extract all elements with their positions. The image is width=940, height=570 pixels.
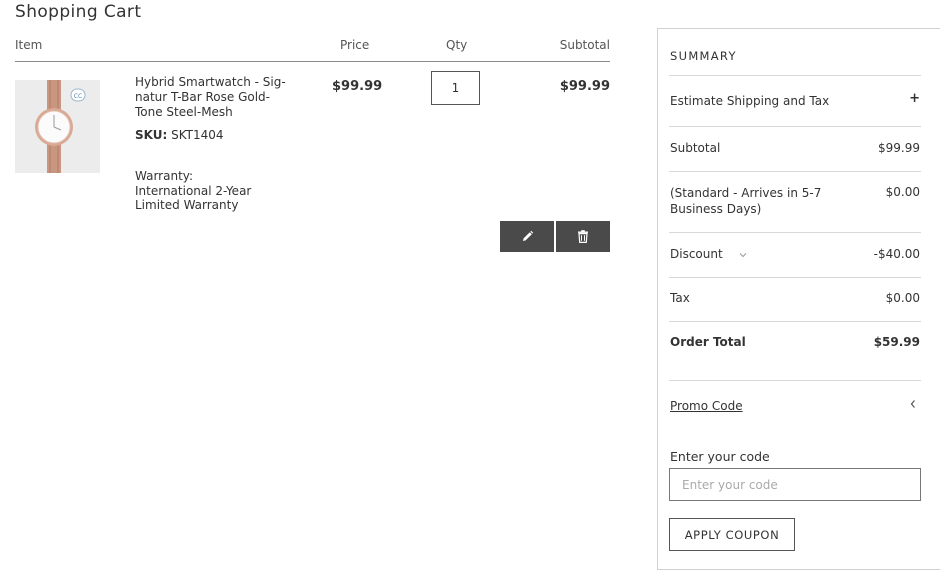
edit-item-button[interactable] bbox=[500, 221, 554, 252]
product-sku: SKU: SKT1404 bbox=[135, 128, 224, 142]
product-thumbnail[interactable]: CC bbox=[15, 80, 100, 173]
header-price: Price bbox=[340, 38, 370, 52]
svg-text:CC: CC bbox=[74, 93, 82, 100]
order-summary-panel: SUMMARY Estimate Shipping and Tax + Subt… bbox=[657, 28, 940, 570]
discount-label: Discount bbox=[670, 247, 723, 261]
summary-divider bbox=[669, 277, 921, 278]
order-total-value: $59.99 bbox=[873, 335, 920, 349]
code-field-label: Enter your code bbox=[670, 449, 770, 464]
summary-title: SUMMARY bbox=[670, 49, 737, 63]
header-qty: Qty bbox=[446, 38, 468, 52]
product-name[interactable]: Hybrid Smartwatch - Sig-natur T-Bar Rose… bbox=[135, 75, 295, 120]
chevron-down-icon bbox=[739, 252, 746, 257]
summary-divider bbox=[669, 171, 921, 172]
item-price: $99.99 bbox=[332, 79, 383, 94]
summary-divider bbox=[669, 126, 921, 127]
sku-label: SKU: bbox=[135, 128, 168, 142]
subtotal-label: Subtotal bbox=[670, 141, 721, 155]
discount-toggle[interactable]: Discount bbox=[670, 247, 747, 261]
trash-icon bbox=[578, 230, 588, 243]
page-title: Shopping Cart bbox=[15, 2, 142, 22]
chevron-left-icon[interactable] bbox=[909, 399, 917, 409]
table-header-divider bbox=[15, 61, 610, 62]
warranty-value: International 2-Year Limited Warranty bbox=[135, 184, 252, 212]
tax-label: Tax bbox=[670, 291, 690, 305]
delete-item-button[interactable] bbox=[556, 221, 610, 252]
estimate-shipping-toggle[interactable]: Estimate Shipping and Tax bbox=[670, 94, 829, 108]
sku-value: SKT1404 bbox=[171, 128, 224, 142]
header-item: Item bbox=[15, 38, 43, 52]
order-total-label: Order Total bbox=[670, 335, 746, 349]
tax-value: $0.00 bbox=[885, 291, 920, 305]
shipping-value: $0.00 bbox=[885, 185, 920, 199]
quantity-input[interactable]: 1 bbox=[431, 71, 480, 105]
plus-icon[interactable]: + bbox=[828, 91, 920, 106]
header-subtotal: Subtotal bbox=[559, 38, 610, 52]
summary-divider bbox=[669, 380, 921, 381]
item-subtotal: $99.99 bbox=[559, 79, 610, 94]
summary-divider bbox=[669, 75, 921, 76]
promo-code-toggle[interactable]: Promo Code bbox=[670, 399, 743, 413]
discount-value: -$40.00 bbox=[873, 247, 920, 261]
promo-code-input[interactable] bbox=[669, 468, 921, 501]
shipping-label: (Standard - Arrives in 5-7 Business Days… bbox=[670, 186, 822, 216]
summary-divider bbox=[669, 321, 921, 322]
summary-divider bbox=[669, 232, 921, 233]
pencil-icon bbox=[522, 230, 533, 241]
watch-image: CC bbox=[15, 80, 100, 173]
warranty-label: Warranty: bbox=[135, 169, 194, 183]
subtotal-value: $99.99 bbox=[878, 141, 920, 155]
apply-coupon-button[interactable]: APPLY COUPON bbox=[669, 518, 795, 551]
